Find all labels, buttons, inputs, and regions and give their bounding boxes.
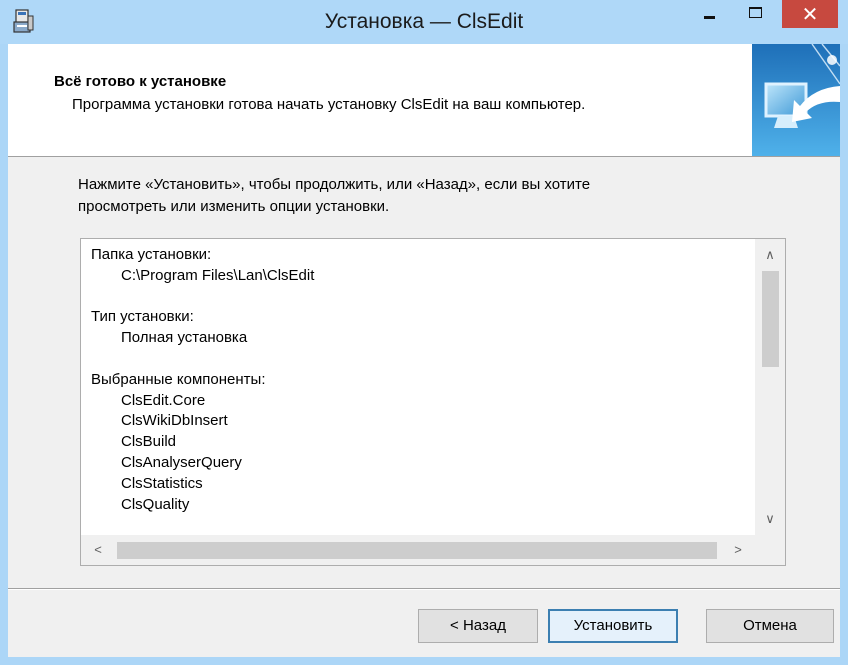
footer-divider: [8, 588, 840, 590]
instruction-line-2: просмотреть или изменить опции установки…: [78, 198, 390, 215]
memo-line: Папка установки:: [91, 246, 212, 263]
memo-line: [91, 287, 751, 308]
maximize-icon: [749, 7, 762, 18]
memo-line: [91, 349, 751, 370]
memo-line: C:\Program Files\Lan\ClsEdit: [121, 266, 315, 284]
page-subtitle: Программа установки готова начать устано…: [72, 96, 586, 113]
back-button[interactable]: < Назад: [418, 609, 538, 643]
title-bar[interactable]: Установка — ClsEdit ✕: [0, 0, 848, 44]
memo-line: ClsBuild: [121, 433, 177, 451]
instruction-line-1: Нажмите «Установить», чтобы продолжить, …: [78, 176, 591, 193]
memo-line: ClsEdit.Core: [121, 391, 206, 409]
scroll-right-icon[interactable]: >: [725, 535, 751, 565]
scroll-left-icon[interactable]: <: [85, 535, 111, 565]
wizard-client-area: Всё готово к установке Программа установ…: [8, 44, 840, 657]
cancel-button[interactable]: Отмена: [706, 609, 834, 643]
scroll-down-icon[interactable]: ∨: [755, 507, 785, 531]
scrollbar-corner: [755, 535, 785, 565]
memo-line: ClsQuality: [121, 495, 190, 513]
memo-line: Тип установки:: [91, 308, 194, 326]
memo-content: Папка установки: C:\Program Files\Lan\Cls…: [91, 245, 751, 515]
vertical-scrollbar[interactable]: ∧ ∨: [755, 239, 785, 535]
instruction-text: Нажмите «Установить», чтобы продолжить, …: [78, 174, 758, 218]
install-button[interactable]: Установить: [548, 609, 678, 643]
minimize-icon: [704, 16, 715, 19]
vertical-scroll-thumb[interactable]: [762, 271, 779, 367]
minimize-button[interactable]: [690, 0, 730, 28]
maximize-button[interactable]: [736, 0, 776, 28]
ready-memo-box[interactable]: Папка установки: C:\Program Files\Lan\Cls…: [80, 238, 786, 566]
memo-line: ClsAnalyserQuery: [121, 453, 242, 471]
memo-line: ClsWikiDbInsert: [121, 412, 228, 430]
memo-line: Выбранные компоненты:: [91, 370, 266, 388]
scroll-up-icon[interactable]: ∧: [755, 243, 785, 267]
horizontal-scrollbar[interactable]: < >: [81, 535, 755, 565]
installer-window: Установка — ClsEdit ✕ Всё готово к устан…: [0, 0, 848, 665]
horizontal-scroll-thumb[interactable]: [117, 542, 717, 559]
memo-line: Полная установка: [121, 329, 248, 347]
close-button[interactable]: ✕: [782, 0, 838, 28]
page-title: Всё готово к установке: [54, 73, 227, 90]
close-icon: ✕: [801, 2, 819, 26]
computer-arrow-icon: [752, 44, 840, 156]
wizard-header: Всё готово к установке Программа установ…: [8, 44, 840, 157]
memo-line: ClsStatistics: [121, 474, 203, 492]
